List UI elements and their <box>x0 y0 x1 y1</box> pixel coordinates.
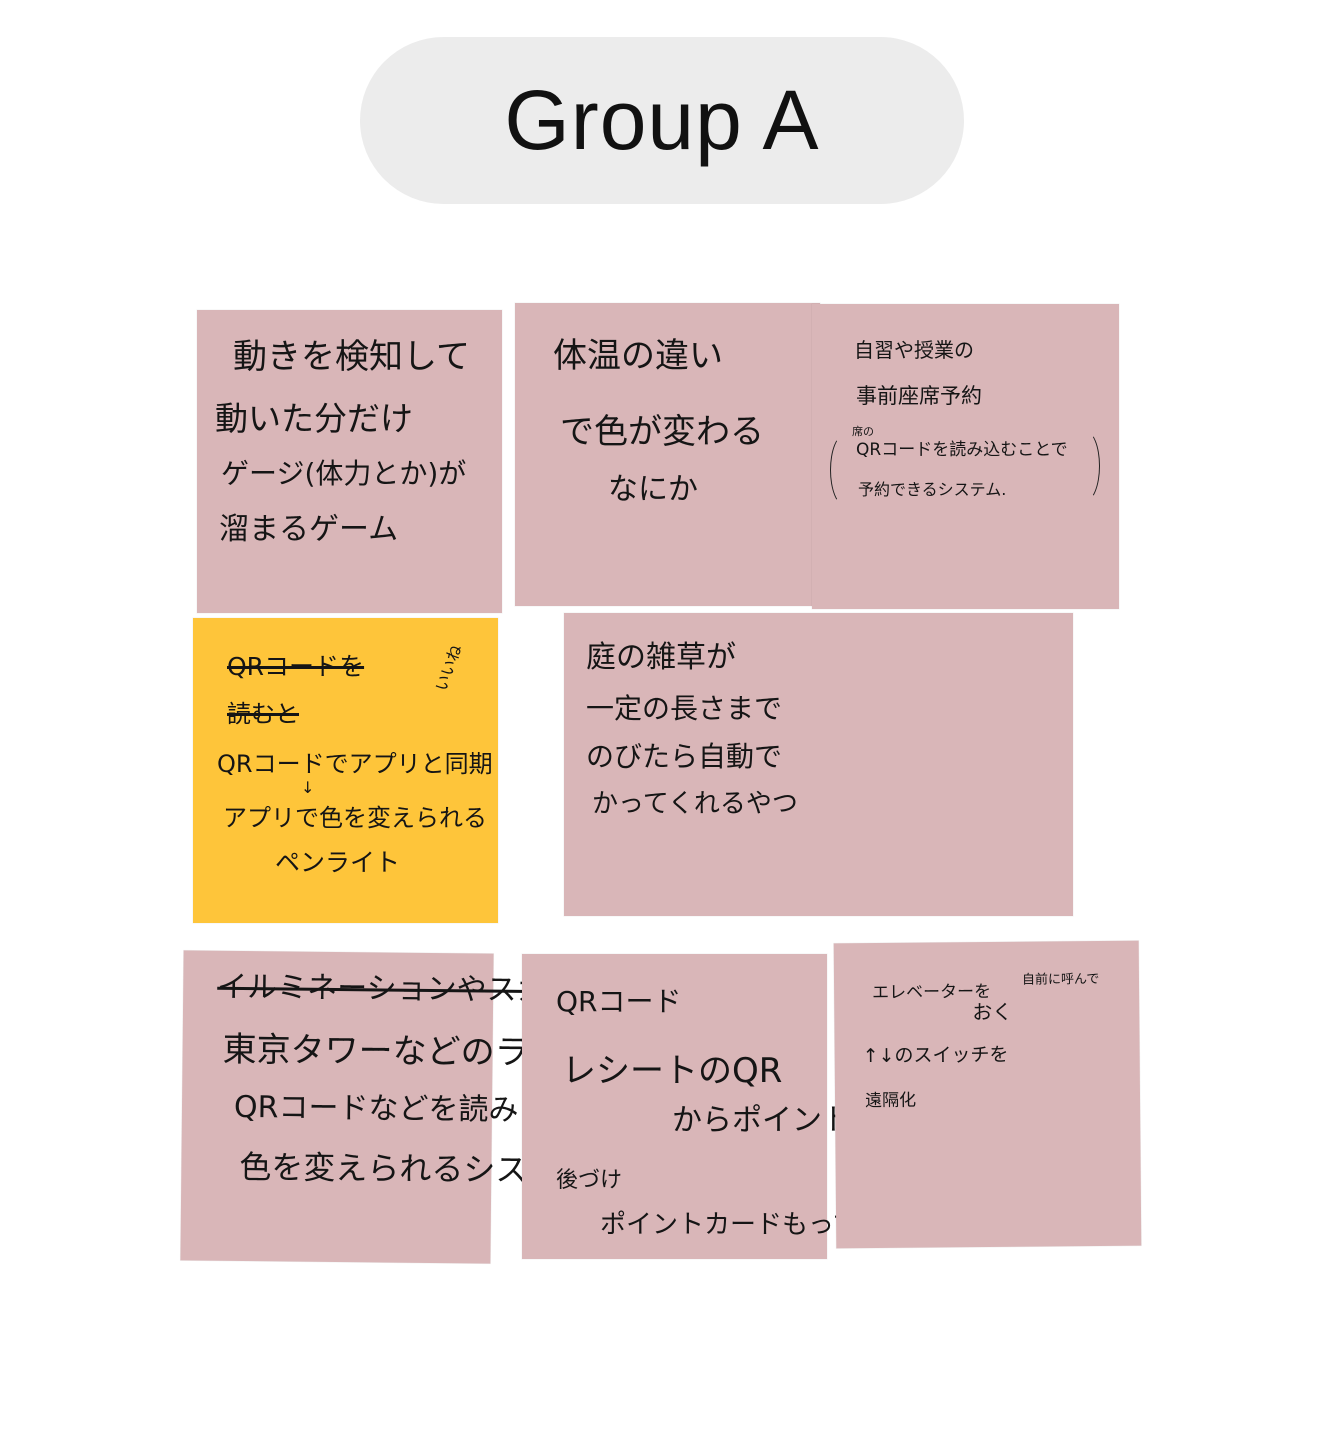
note-text-line: ゲージ(体力とか)が <box>221 457 467 490</box>
note-text-line: ペンライト <box>275 848 401 877</box>
note-text-line: 体温の違い <box>553 336 723 376</box>
note-text-line: ↑↓のスイッチを <box>862 1043 1009 1068</box>
note-text-line: アプリで色を変えられる <box>223 804 487 832</box>
note-text-line: QRコードでアプリと同期 <box>217 750 493 778</box>
note-text-line: かってくれるやつ <box>592 789 798 819</box>
sticky-note-wide[interactable]: 庭の雑草が 一定の長さまで のびたら自動で かってくれるやつ <box>564 613 1073 916</box>
note-text-line: 自前に呼んで <box>1021 972 1100 988</box>
note-text-line: 動いた分だけ <box>215 399 413 438</box>
note-text-line: レシートのQR <box>562 1051 783 1091</box>
note-text-line: QRコード <box>556 985 682 1018</box>
note-text-line: 庭の雑草が <box>586 640 736 675</box>
note-text-line: QRコードを読み込むことで <box>856 440 1068 460</box>
note-text-line: で色が変わる <box>560 412 764 452</box>
note-text-line: なにか <box>608 472 698 507</box>
note-text-line: ↓ <box>301 778 315 797</box>
note-text-line: 後づけ <box>556 1168 623 1193</box>
sticky-note[interactable]: エレベーターを 自前に呼んで おく ↑↓のスイッチを 遠隔化 <box>833 940 1142 1249</box>
note-text-line: 予約できるシステム. <box>858 480 1007 499</box>
note-text-line: 席の <box>852 425 874 438</box>
bracket-left <box>830 434 860 506</box>
note-text-line: 動きを検知して <box>233 337 470 377</box>
note-text-line: いいね <box>431 642 466 694</box>
group-title: Group A <box>504 73 820 167</box>
note-text-line: 自習や授業の <box>854 338 974 362</box>
note-text-line: 遠隔化 <box>864 1090 917 1112</box>
note-text-line: のびたら自動で <box>586 740 783 773</box>
sticky-note[interactable]: 体温の違い で色が変わる なにか <box>515 303 820 606</box>
note-text-line: 一定の長さまで <box>586 692 783 725</box>
sticky-note[interactable]: イルミネーションやスカイツリー、 東京タワーなどのライトアップを QRコードなど… <box>180 950 733 1264</box>
note-text-line: おく <box>972 999 1013 1025</box>
sticky-note[interactable]: 動きを検知して 動いた分だけ ゲージ(体力とか)が 溜まるゲーム <box>197 310 502 613</box>
note-text-line: 事前座席予約 <box>856 384 982 408</box>
group-label-pill: Group A <box>360 37 964 204</box>
sticky-note[interactable]: QRコード レシートのQR からポイントの 後づけ ポイントカードもってるか聞く… <box>522 954 989 1259</box>
sticky-note[interactable]: 自習や授業の 事前座席予約 席の QRコードを読み込むことで 予約できるシステム… <box>812 304 1119 609</box>
note-text-line: 溜まるゲーム <box>219 512 399 547</box>
bracket-right <box>1070 430 1100 502</box>
note-text-line: QRコードを <box>227 652 365 681</box>
sticky-note-yellow[interactable]: QRコードを 読むと QRコードでアプリと同期 ↓ アプリで色を変えられる ペン… <box>193 618 498 923</box>
note-text-line: 読むと <box>227 700 299 728</box>
